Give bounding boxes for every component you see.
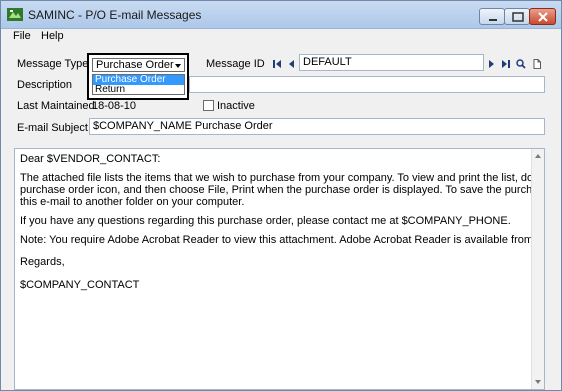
option-return[interactable]: Return	[93, 85, 184, 95]
form-body: Message Type Purchase Order Purchase Ord…	[1, 45, 561, 390]
inactive-label: Inactive	[217, 100, 255, 112]
last-record-icon[interactable]	[501, 59, 511, 69]
next-record-icon[interactable]	[487, 59, 497, 69]
search-icon[interactable]	[516, 59, 526, 69]
dropdown-arrow-icon[interactable]	[175, 64, 181, 68]
first-record-icon[interactable]	[272, 59, 282, 69]
new-document-icon[interactable]	[532, 59, 542, 69]
message-line: The attached file lists the items that w…	[20, 172, 544, 184]
message-line: If you have any questions regarding this…	[20, 215, 511, 227]
message-type-highlight: Purchase Order Purchase Order Return	[87, 53, 189, 100]
scroll-up-icon[interactable]	[535, 154, 541, 158]
email-subject-input[interactable]: $COMPANY_NAME Purchase Order	[89, 118, 545, 135]
message-scrollbar[interactable]	[531, 149, 544, 389]
app-window: SAMINC - P/O E-mail Messages File Help M…	[0, 0, 562, 391]
message-type-label: Message Type	[17, 58, 89, 70]
message-type-value: Purchase Order	[96, 59, 174, 71]
close-button[interactable]	[529, 8, 556, 25]
app-icon	[7, 8, 23, 21]
menu-bar: File Help	[1, 29, 561, 45]
description-input[interactable]	[189, 76, 545, 93]
minimize-icon	[489, 19, 497, 21]
maximize-button[interactable]	[504, 8, 530, 25]
window-title: SAMINC - P/O E-mail Messages	[28, 8, 202, 22]
maximize-icon	[512, 12, 524, 22]
message-line: $COMPANY_CONTACT	[20, 279, 140, 291]
scroll-down-icon[interactable]	[535, 380, 541, 384]
title-bar[interactable]: SAMINC - P/O E-mail Messages	[1, 1, 561, 29]
inactive-checkbox[interactable]	[203, 100, 214, 111]
menu-file[interactable]: File	[13, 30, 31, 42]
previous-record-icon[interactable]	[286, 59, 296, 69]
message-line: this e-mail to another folder on your co…	[20, 196, 245, 208]
message-line: Dear $VENDOR_CONTACT:	[20, 153, 161, 165]
last-maintained-label: Last Maintained	[17, 100, 95, 112]
message-type-dropdown: Purchase Order Return	[92, 74, 185, 95]
message-body-textarea[interactable]: Dear $VENDOR_CONTACT: The attached file …	[14, 148, 545, 390]
message-id-label: Message ID	[206, 58, 265, 70]
message-id-input[interactable]: DEFAULT	[299, 54, 484, 71]
message-line: Note: You require Adobe Acrobat Reader t…	[20, 234, 544, 246]
message-type-select[interactable]: Purchase Order	[92, 58, 185, 72]
message-line: purchase order icon, and then choose Fil…	[20, 184, 544, 196]
close-icon	[538, 12, 548, 22]
menu-help[interactable]: Help	[41, 30, 64, 42]
last-maintained-value: 18-08-10	[92, 100, 137, 112]
description-label: Description	[17, 79, 73, 91]
minimize-button[interactable]	[479, 8, 505, 25]
email-subject-label: E-mail Subject	[17, 122, 88, 134]
message-line: Regards,	[20, 256, 65, 268]
